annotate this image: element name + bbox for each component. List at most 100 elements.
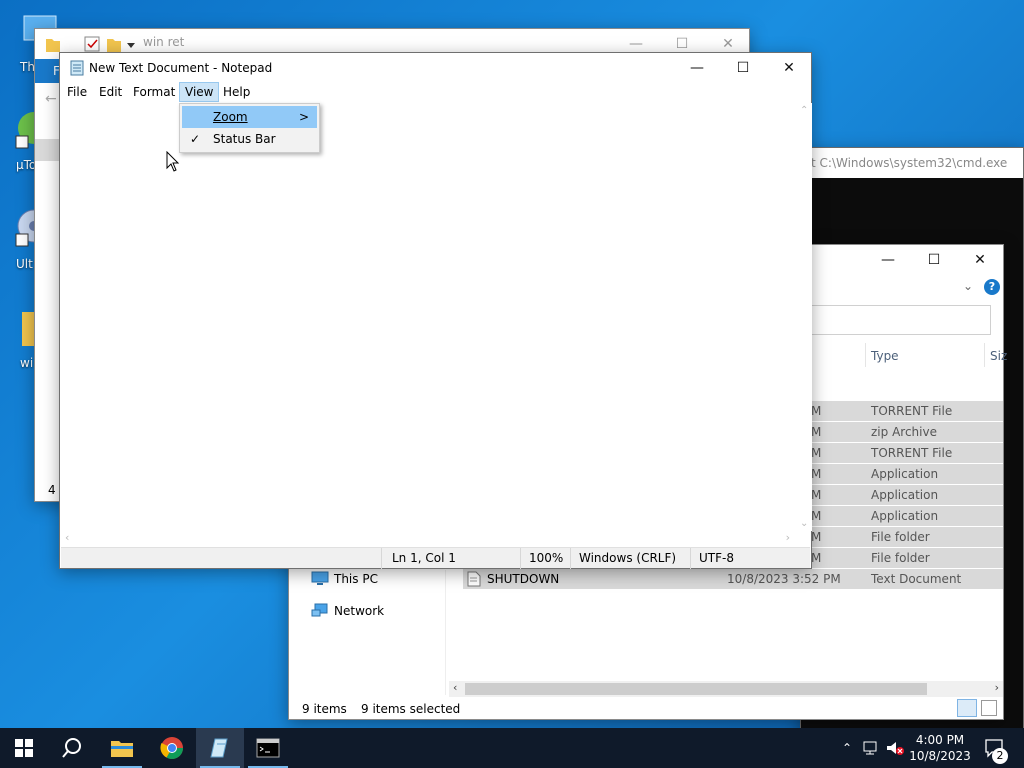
file-type: Application	[871, 488, 939, 502]
scrollbar-thumb[interactable]	[465, 683, 927, 695]
notification-center-button[interactable]: 2	[980, 728, 1010, 768]
view-dropdown-menu: Zoom > ✓ Status Bar	[179, 103, 320, 153]
search-button[interactable]	[48, 728, 96, 768]
taskbar-cmd[interactable]	[244, 728, 292, 768]
taskbar-notepad[interactable]	[196, 728, 244, 768]
scroll-up-arrow-icon[interactable]: ⌃	[800, 105, 808, 116]
status-selected-count: 9 items selected	[361, 702, 461, 716]
status-line-endings: Windows (CRLF)	[579, 551, 677, 565]
status-separator	[381, 548, 382, 569]
status-separator	[520, 548, 521, 569]
computer-icon	[311, 571, 329, 590]
status-encoding: UTF-8	[699, 551, 734, 565]
desktop-label-ultra: Ult	[16, 257, 33, 271]
status-item-count: 9 items	[302, 702, 347, 716]
volume-muted-icon[interactable]	[884, 728, 906, 768]
file-date: M	[811, 509, 822, 523]
file-date: 10/8/2023 3:52 PM	[727, 572, 841, 586]
network-icon	[311, 603, 329, 622]
menu-format[interactable]: Format	[128, 82, 180, 102]
scroll-left-arrow-icon[interactable]: ‹	[65, 531, 69, 544]
file-date: M	[811, 446, 822, 460]
notepad-window[interactable]: New Text Document - Notepad — ☐ ✕ ⌃ ⌄ ‹ …	[59, 52, 812, 569]
show-hidden-icons-chevron-icon[interactable]: ⌃	[838, 728, 856, 768]
status-separator	[570, 548, 571, 569]
vertical-scrollbar[interactable]: ⌃ ⌄	[796, 103, 812, 531]
menu-item-status-bar-label: Status Bar	[213, 132, 276, 146]
horizontal-scrollbar[interactable]: ‹ ›	[449, 681, 1003, 697]
file-date: M	[811, 425, 822, 439]
file-name: SHUTDOWN	[487, 572, 560, 586]
submenu-arrow-icon: >	[298, 110, 309, 124]
maximize-button[interactable]: ☐	[911, 245, 957, 275]
cmd-icon	[256, 738, 280, 758]
details-view-icon[interactable]	[957, 699, 977, 717]
column-divider	[865, 343, 866, 367]
search-icon	[62, 738, 81, 758]
cmd-titlebar[interactable]: t C:\Windows\system32\cmd.exe	[801, 148, 1023, 178]
nav-divider	[445, 570, 446, 695]
clock-date: 10/8/2023	[909, 749, 971, 763]
file-type: File folder	[871, 530, 930, 544]
column-header-size[interactable]: Siz	[990, 349, 1007, 363]
nav-label-this-pc: This PC	[334, 572, 378, 586]
menu-view[interactable]: View	[179, 82, 220, 102]
file-date: M	[811, 530, 822, 544]
scroll-right-arrow-icon[interactable]: ›	[786, 531, 790, 544]
column-header-type[interactable]: Type	[871, 349, 899, 363]
maximize-button[interactable]: ☐	[720, 53, 766, 83]
back-arrow-icon[interactable]: ←	[45, 91, 57, 107]
nav-label-network: Network	[334, 604, 385, 618]
chrome-icon	[160, 737, 183, 759]
file-date: M	[811, 488, 822, 502]
status-cursor-position: Ln 1, Col 1	[392, 551, 456, 565]
network-tray-icon[interactable]	[860, 728, 882, 768]
taskbar: ⌃ 4:00 PM 10/8/2023 2	[0, 728, 1024, 768]
minimize-button[interactable]: —	[674, 53, 720, 83]
window-title: New Text Document - Notepad	[89, 61, 273, 75]
taskbar-chrome[interactable]	[148, 728, 196, 768]
checkmark-icon: ✓	[190, 132, 201, 146]
taskbar-file-explorer[interactable]	[98, 728, 146, 768]
file-type: Application	[871, 467, 939, 481]
help-icon[interactable]: ?	[984, 279, 1000, 295]
mouse-cursor-icon	[166, 150, 180, 176]
menu-help[interactable]: Help	[218, 82, 255, 102]
search-input[interactable]	[809, 305, 991, 335]
column-divider	[984, 343, 985, 367]
clock-time: 4:00 PM	[915, 733, 965, 747]
close-button[interactable]: ✕	[766, 53, 812, 83]
notification-count-badge: 2	[992, 748, 1008, 764]
file-type: TORRENT File	[871, 446, 953, 460]
chevron-down-icon[interactable]: ⌄	[963, 279, 973, 293]
window-title: win ret	[143, 35, 185, 49]
menu-item-status-bar[interactable]: ✓ Status Bar	[182, 128, 317, 150]
status-separator	[690, 548, 691, 569]
large-icons-view-icon[interactable]	[981, 700, 997, 716]
menu-edit[interactable]: Edit	[94, 82, 127, 102]
menu-file[interactable]: File	[62, 82, 92, 102]
windows-logo-icon	[15, 739, 33, 757]
close-button[interactable]: ✕	[957, 245, 1003, 275]
scroll-down-arrow-icon[interactable]: ⌄	[800, 518, 808, 529]
file-date: M	[811, 404, 822, 418]
clock[interactable]: 4:00 PM 10/8/2023	[909, 728, 971, 768]
file-row[interactable]: SHUTDOWN 10/8/2023 3:52 PM Text Document	[463, 569, 1003, 590]
notepad-icon	[69, 60, 85, 79]
minimize-button[interactable]: —	[865, 245, 911, 275]
file-date: M	[811, 551, 822, 565]
nav-selected-row	[35, 139, 61, 161]
scroll-right-arrow-icon[interactable]: ›	[995, 681, 999, 694]
nav-item-network[interactable]: Network	[311, 602, 451, 622]
file-explorer-icon	[111, 741, 133, 757]
scroll-left-arrow-icon[interactable]: ‹	[453, 681, 457, 694]
start-button[interactable]	[0, 728, 48, 768]
cmd-title: t C:\Windows\system32\cmd.exe	[811, 156, 1008, 170]
file-date: M	[811, 467, 822, 481]
nav-item-this-pc[interactable]: This PC	[311, 570, 451, 590]
file-type: Application	[871, 509, 939, 523]
text-file-icon	[467, 571, 481, 590]
horizontal-scrollbar[interactable]: ‹ ›	[61, 531, 796, 547]
file-type: zip Archive	[871, 425, 937, 439]
menu-item-zoom[interactable]: Zoom >	[182, 106, 317, 128]
